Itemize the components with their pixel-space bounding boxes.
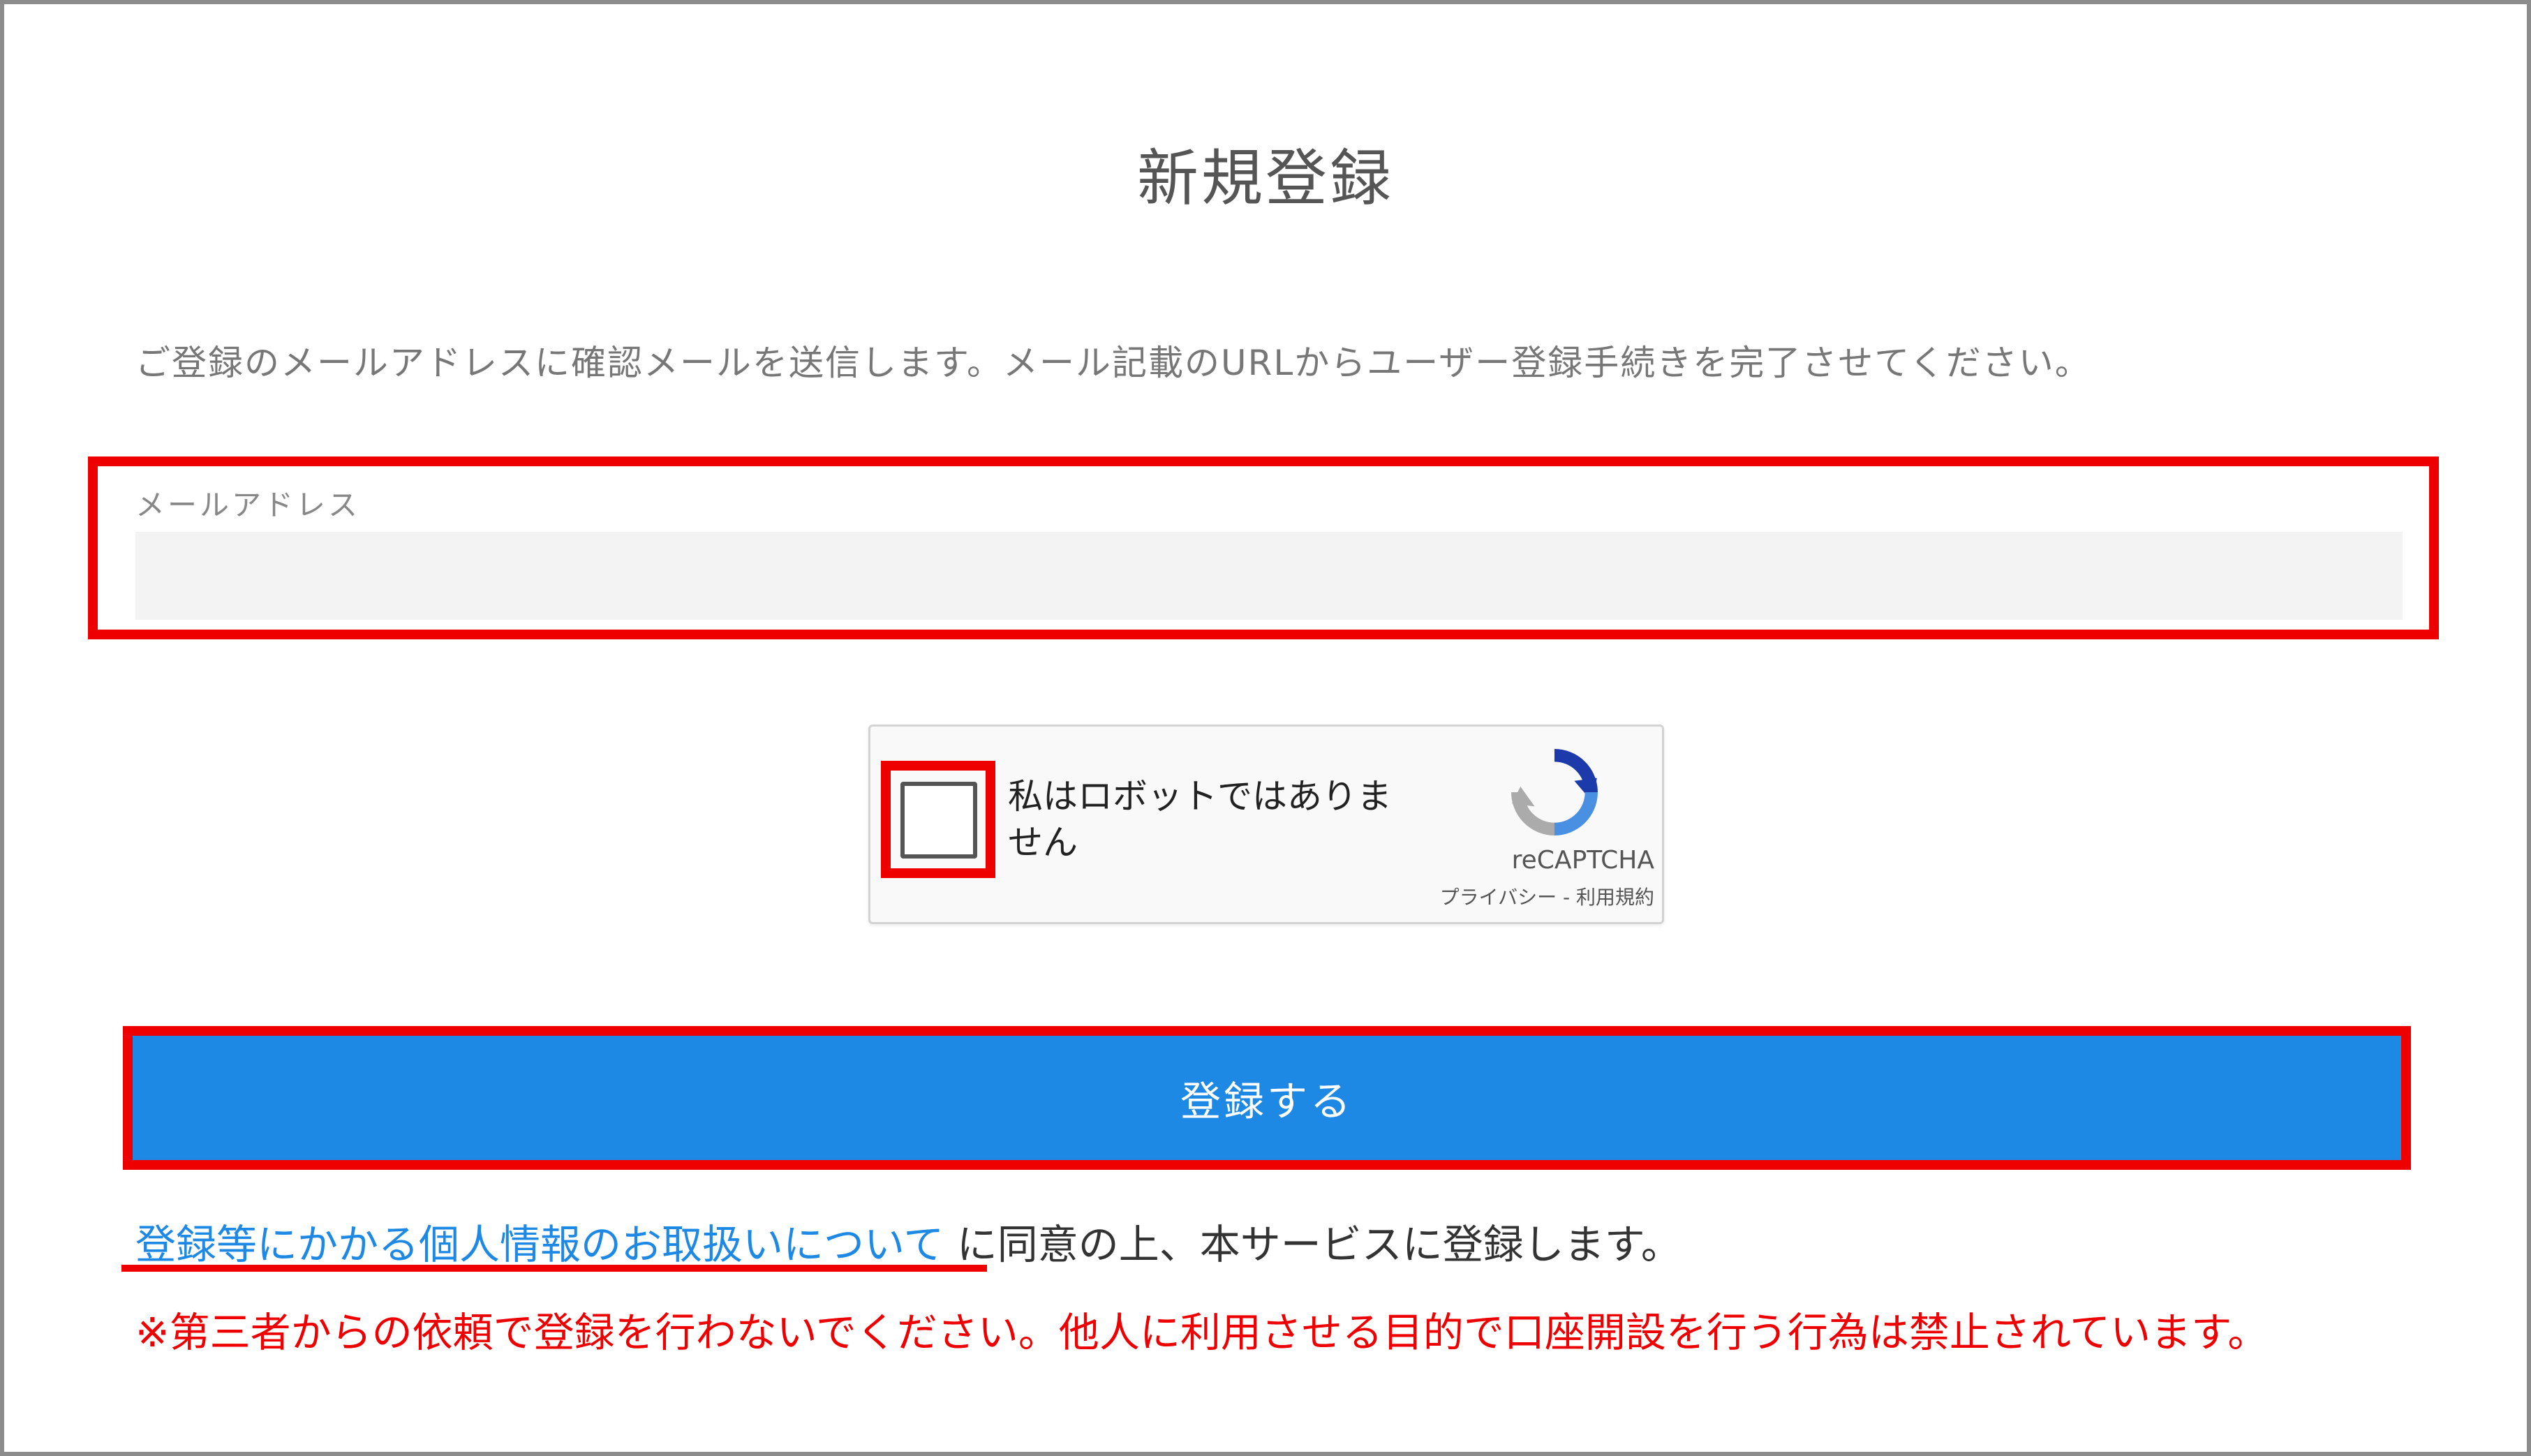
page-title: 新規登録 xyxy=(1136,142,1394,214)
recaptcha-links: プライバシー - 利用規約 xyxy=(1382,882,1654,910)
recaptcha-privacy-link[interactable]: プライバシー xyxy=(1440,886,1557,909)
privacy-policy-link[interactable]: 登録等にかかる個人情報のお取扱いについて xyxy=(135,1221,944,1268)
submit-button[interactable]: 登録する xyxy=(133,1036,2401,1160)
email-input[interactable] xyxy=(135,532,2403,620)
privacy-link-underline-highlight xyxy=(121,1265,987,1272)
recaptcha-link-separator: - xyxy=(1557,886,1576,909)
recaptcha-brand: reCAPTCHA xyxy=(1511,846,1654,875)
recaptcha-logo-icon xyxy=(1511,749,1598,835)
recaptcha-terms-link[interactable]: 利用規約 xyxy=(1576,886,1654,909)
recaptcha-checkbox-label: 私はロボットではありません xyxy=(1008,776,1392,863)
recaptcha-checkbox[interactable] xyxy=(900,782,977,859)
consent-line: 登録等にかかる個人情報のお取扱いについて に同意の上、本サービスに登録します。 xyxy=(135,1212,1682,1270)
email-field-label: メールアドレス xyxy=(135,488,361,522)
consent-text: に同意の上、本サービスに登録します。 xyxy=(944,1221,1682,1268)
warning-text: ※第三者からの依頼で登録を行わないでください。他人に利用させる目的で口座開設を行… xyxy=(135,1309,2269,1356)
page-description: ご登録のメールアドレスに確認メールを送信します。メール記載のURLからユーザー登… xyxy=(135,343,2091,383)
